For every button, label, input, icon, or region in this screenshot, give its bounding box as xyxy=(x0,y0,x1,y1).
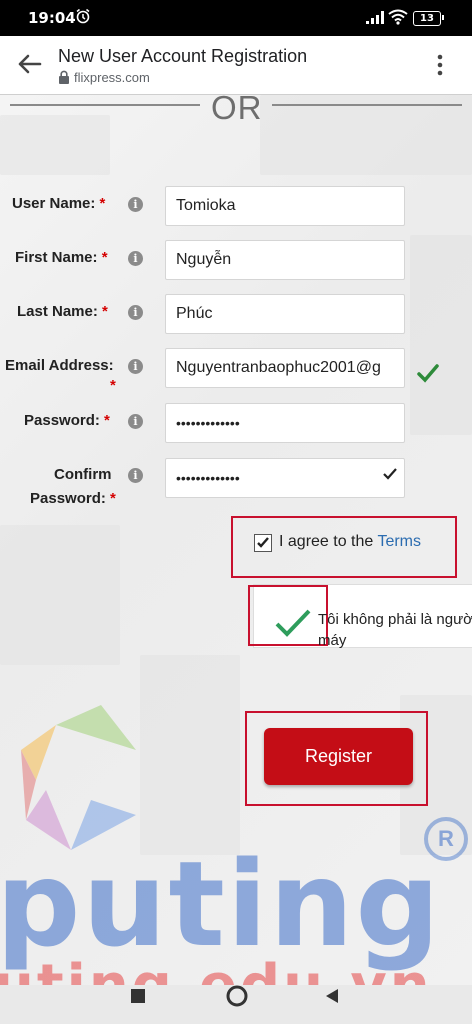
alarm-icon xyxy=(76,8,90,24)
divider-line xyxy=(272,104,462,106)
background-image xyxy=(410,235,472,435)
background-image xyxy=(260,95,472,175)
page-title: New User Account Registration xyxy=(58,46,308,66)
info-icon[interactable]: i xyxy=(128,197,143,212)
confirm-password-input[interactable]: ••••••••••••• xyxy=(165,458,405,498)
lastname-input[interactable]: Phúc xyxy=(165,294,405,334)
email-valid-check-icon xyxy=(417,364,439,383)
background-image xyxy=(0,115,110,175)
password-input[interactable]: ••••••••••••• xyxy=(165,403,405,443)
email-label: Email Address: xyxy=(5,357,114,374)
username-input[interactable]: Tomioka xyxy=(165,186,405,226)
lock-icon xyxy=(59,70,69,84)
recent-apps-icon[interactable] xyxy=(129,987,147,1005)
back-nav-icon[interactable] xyxy=(323,987,341,1005)
required-mark: * xyxy=(101,249,108,266)
terms-link[interactable]: Terms xyxy=(377,533,421,550)
info-icon[interactable]: i xyxy=(128,468,143,483)
battery-icon: 13 xyxy=(413,11,441,26)
wifi-icon xyxy=(388,9,408,25)
status-bar: 19:04 13 xyxy=(0,0,472,36)
info-icon[interactable]: i xyxy=(128,414,143,429)
match-check-icon xyxy=(383,468,397,480)
back-arrow-icon[interactable] xyxy=(16,53,42,75)
home-icon[interactable] xyxy=(225,984,249,1008)
recaptcha-check-icon[interactable] xyxy=(274,608,312,638)
terms-label: I agree to the Terms xyxy=(279,533,422,550)
divider-line xyxy=(10,104,200,106)
required-mark: * xyxy=(99,195,106,212)
required-mark: * xyxy=(104,412,110,429)
site-domain: flixpress.com xyxy=(74,70,150,85)
recaptcha-label: Tôi không phải là người máy xyxy=(318,611,472,649)
terms-checkbox[interactable] xyxy=(254,534,272,552)
battery-level: 13 xyxy=(420,13,434,24)
email-input[interactable]: Nguyentranbaophuc2001@g xyxy=(165,348,405,388)
required-mark: * xyxy=(102,303,108,320)
required-mark: * xyxy=(110,490,116,507)
info-icon[interactable]: i xyxy=(128,305,143,320)
checkbox-check-icon xyxy=(257,537,269,548)
background-image xyxy=(0,525,120,665)
watermark-logo xyxy=(21,705,136,850)
register-button[interactable]: Register xyxy=(264,728,413,785)
background-image xyxy=(140,655,240,855)
registration-page: OR User Name: * i Tomioka First Name: * … xyxy=(0,95,472,985)
battery-tip xyxy=(442,15,444,20)
username-label: User Name: * xyxy=(12,195,106,212)
confirm-password-label-line1: Confirm xyxy=(54,466,112,483)
info-icon[interactable]: i xyxy=(128,251,143,266)
watermark-url: uting.edu.vn xyxy=(0,953,433,985)
status-time: 19:04 xyxy=(28,9,76,27)
firstname-label: First Name: * xyxy=(15,249,108,266)
info-icon[interactable]: i xyxy=(128,359,143,374)
lastname-label: Last Name: * xyxy=(17,303,108,320)
system-nav-bar xyxy=(0,985,472,1024)
more-menu-icon[interactable] xyxy=(432,52,448,78)
or-divider: OR xyxy=(211,95,263,126)
firstname-input[interactable]: Nguyễn xyxy=(165,240,405,280)
signal-icon xyxy=(366,11,384,24)
password-label: Password: * xyxy=(24,412,110,429)
required-mark: * xyxy=(110,377,116,394)
confirm-password-label-line2: Password: * xyxy=(30,490,116,507)
browser-header: New User Account Registration flixpress.… xyxy=(0,36,472,95)
